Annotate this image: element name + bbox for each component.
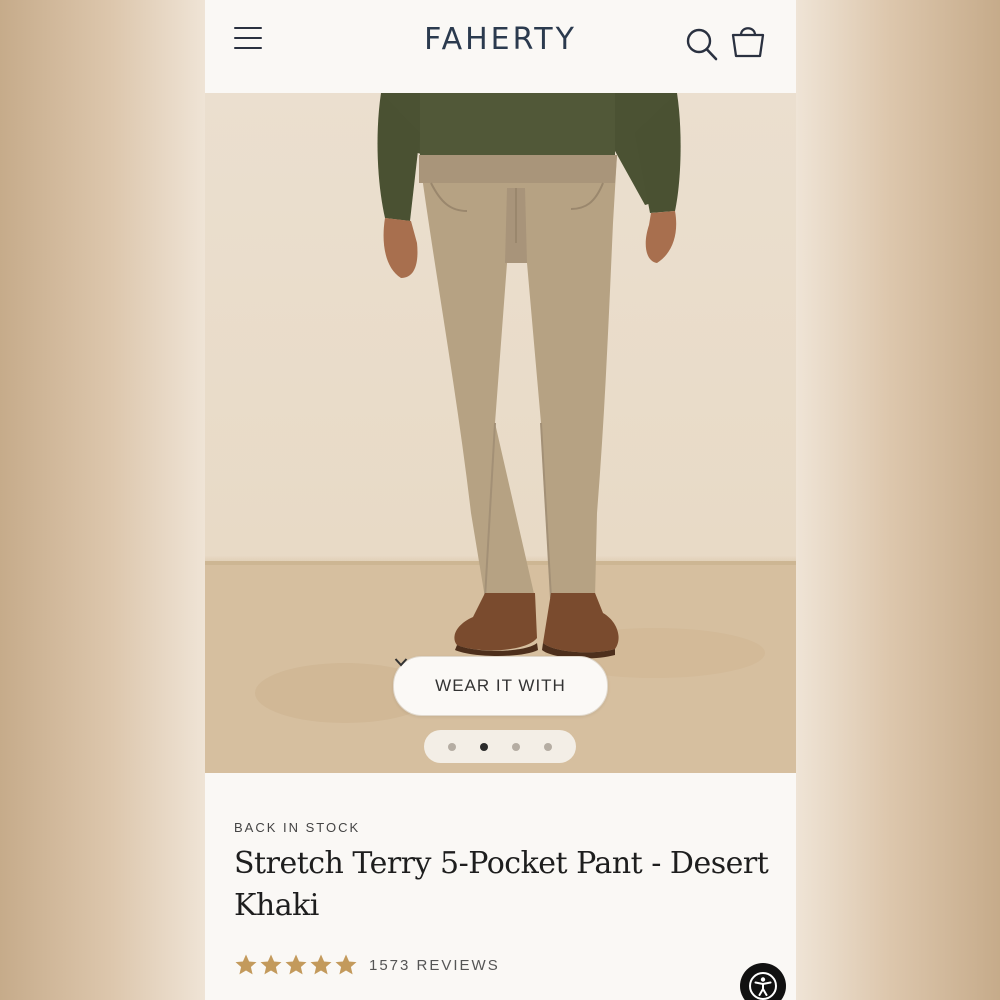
product-rating[interactable]: 1573 REVIEWS — [234, 953, 500, 977]
wear-it-with-button[interactable]: WEAR IT WITH — [393, 656, 608, 716]
shopping-bag-icon[interactable] — [730, 24, 766, 58]
carousel-pagination — [424, 730, 576, 763]
accessibility-button[interactable] — [740, 963, 786, 1000]
star-icon — [335, 954, 357, 975]
site-header: FAHERTY — [205, 0, 796, 93]
carousel-dot[interactable] — [448, 742, 456, 751]
star-icon — [310, 954, 332, 975]
product-image-carousel[interactable]: WEAR IT WITH — [205, 93, 796, 773]
reviews-count-link[interactable]: 1573 REVIEWS — [369, 957, 500, 974]
star-icon — [285, 954, 307, 975]
star-icon — [260, 954, 282, 975]
carousel-dot[interactable] — [512, 742, 520, 751]
blurred-backdrop-right — [796, 0, 1000, 1000]
chevron-down-icon — [394, 658, 408, 667]
product-title: Stretch Terry 5-Pocket Pant - Desert Kha… — [234, 846, 769, 923]
carousel-dot-active[interactable] — [480, 742, 488, 751]
accessibility-icon — [749, 972, 777, 1000]
product-info: BACK IN STOCK Stretch Terry 5-Pocket Pan… — [234, 820, 774, 927]
wear-it-with-label: WEAR IT WITH — [435, 676, 566, 695]
blurred-backdrop-left — [0, 0, 205, 1000]
search-icon[interactable] — [686, 27, 718, 61]
phone-screen: FAHERTY WEAR IT WITH BACK IN STOCK Stret… — [205, 0, 796, 1000]
carousel-dot[interactable] — [544, 742, 552, 751]
stock-status: BACK IN STOCK — [234, 820, 361, 835]
star-icon — [235, 954, 257, 975]
